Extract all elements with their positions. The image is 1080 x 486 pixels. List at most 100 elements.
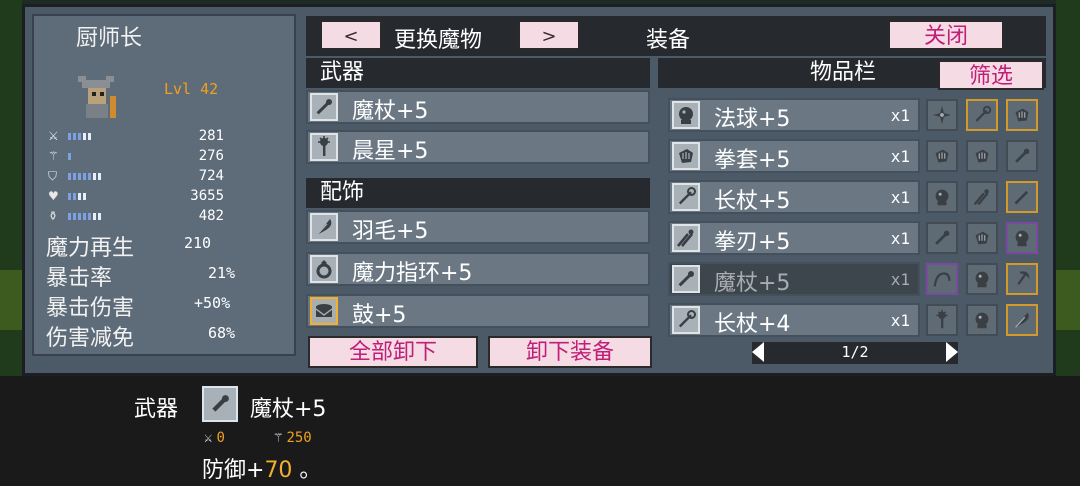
unequip-button[interactable]: 卸下装备 [488, 336, 652, 368]
stat-value: 281 [198, 128, 224, 144]
staff-icon [672, 306, 700, 334]
slot-label: 晨星+5 [352, 139, 429, 164]
unequip-all-button[interactable]: 全部卸下 [308, 336, 478, 368]
prev-monster-button[interactable]: < [320, 20, 382, 50]
item-quantity: x1 [890, 270, 910, 289]
slot-label: 魔杖+5 [352, 99, 429, 124]
gauntlet-icon[interactable] [926, 140, 958, 172]
stat-value: +50% [194, 294, 231, 312]
stat-label: 伤害减免 [46, 326, 135, 351]
stat-mana-regen: 魔力再生 210 [46, 230, 286, 261]
inventory-item[interactable]: 长杖+4 x1 [668, 303, 920, 337]
background-grass-left [0, 0, 22, 380]
detail-attack: ⚔ 0 [204, 430, 225, 446]
wand-icon [202, 386, 238, 422]
orb-icon[interactable] [1006, 222, 1038, 254]
stat-bar [68, 193, 86, 200]
inventory-item[interactable]: 长杖+5 x1 [668, 180, 920, 214]
top-bar: < 更换魔物 > 装备 关闭 [306, 16, 1046, 56]
slot-label: 拳刃+5 [714, 230, 791, 255]
page-title: 装备 [646, 28, 691, 53]
morningstar-icon[interactable] [926, 304, 958, 336]
gauntlet-icon[interactable] [966, 222, 998, 254]
inventory-title: 物品栏 [810, 60, 877, 85]
sword-icon[interactable] [1006, 181, 1038, 213]
item-quantity: x1 [890, 147, 910, 166]
orb-icon[interactable] [926, 181, 958, 213]
accessory-slot[interactable]: 鼓+5 [306, 294, 650, 328]
accessory-slot[interactable]: 羽毛+5 [306, 210, 650, 244]
close-button[interactable]: 关闭 [888, 20, 1004, 50]
stat-bar [68, 213, 101, 220]
stat-bar [68, 133, 91, 140]
heart-icon: ♥ [48, 189, 59, 203]
inventory-item[interactable]: 拳套+5 x1 [668, 139, 920, 173]
weapon-slot[interactable]: 晨星+5 [306, 130, 650, 164]
change-monster-label: 更换魔物 [394, 28, 483, 53]
orb-icon [672, 101, 700, 129]
claw-icon [672, 224, 700, 252]
stat-row: ♥ 3655 [46, 188, 286, 206]
stat-damage-reduction: 伤害减免 68% [46, 320, 286, 351]
wand-icon [672, 265, 700, 293]
page-indicator: 1/2 [841, 343, 869, 361]
detail-category: 武器 [134, 397, 179, 422]
stat-row: ⚔ 281 [46, 128, 286, 146]
slot-label: 鼓+5 [352, 303, 407, 328]
slot-label: 魔力指环+5 [352, 261, 473, 286]
slot-label: 羽毛+5 [352, 219, 429, 244]
drum-icon [310, 297, 338, 325]
feather-icon [310, 213, 338, 241]
stat-label: 魔力再生 [46, 236, 135, 261]
gauntlet-icon [672, 142, 700, 170]
character-name: 厨师长 [76, 26, 143, 51]
detail-magic-attack: ⚚ 250 [274, 430, 312, 446]
staff-icon [672, 183, 700, 211]
character-stats-panel: 厨师长 Lvl 42 ⚔ 281 ⚚ 276 ⛉ 724 ♥ 3655 ⚱ 482 魔力再生 21… [32, 14, 296, 356]
ring-icon [310, 255, 338, 283]
potion-icon: ⚱ [48, 209, 59, 223]
shuriken-icon[interactable] [926, 99, 958, 131]
weapon-slot[interactable]: 魔杖+5 [306, 90, 650, 124]
sword-icon: ⚔ [48, 129, 59, 143]
slot-label: 拳套+5 [714, 148, 791, 173]
stat-value: 21% [208, 264, 236, 282]
morningstar-icon [310, 133, 338, 161]
detail-defense: 防御+70 。 [202, 458, 322, 483]
weapon-section-header: 武器 [306, 58, 650, 88]
inventory-item[interactable]: 魔杖+5 x1 [668, 262, 920, 296]
sword-icon: ⚔ [204, 430, 213, 446]
whip-icon[interactable] [926, 263, 958, 295]
inventory-pager: 1/2 [752, 342, 958, 364]
stat-label: 暴击率 [46, 266, 113, 291]
scythe-icon[interactable] [1006, 263, 1038, 295]
orb-icon[interactable] [966, 263, 998, 295]
stat-value: 276 [198, 148, 224, 164]
item-quantity: x1 [890, 106, 910, 125]
item-quantity: x1 [890, 188, 910, 207]
filter-button[interactable]: 筛选 [938, 60, 1044, 90]
slot-label: 魔杖+5 [714, 271, 791, 296]
staff-icon[interactable] [966, 99, 998, 131]
stat-row: ⛉ 724 [46, 168, 286, 186]
next-monster-button[interactable]: > [518, 20, 580, 50]
stat-label: 暴击伤害 [46, 296, 135, 321]
staff-icon: ⚚ [48, 149, 59, 163]
stat-value: 724 [198, 168, 224, 184]
gauntlet-icon[interactable] [966, 140, 998, 172]
next-page-arrow-icon[interactable] [946, 342, 958, 362]
wand-icon[interactable] [926, 222, 958, 254]
orb-icon[interactable] [966, 304, 998, 336]
slot-label: 长杖+5 [714, 189, 791, 214]
character-portrait [74, 68, 130, 124]
claw-icon[interactable] [966, 181, 998, 213]
feather-icon[interactable] [1006, 304, 1038, 336]
gauntlet-icon[interactable] [1006, 99, 1038, 131]
inventory-item[interactable]: 拳刃+5 x1 [668, 221, 920, 255]
inventory-item[interactable]: 法球+5 x1 [668, 98, 920, 132]
stat-value: 3655 [190, 188, 224, 204]
accessory-slot[interactable]: 魔力指环+5 [306, 252, 650, 286]
wand-icon[interactable] [1006, 140, 1038, 172]
shield-icon: ⛉ [48, 169, 58, 183]
stat-row: ⚱ 482 [46, 208, 286, 226]
